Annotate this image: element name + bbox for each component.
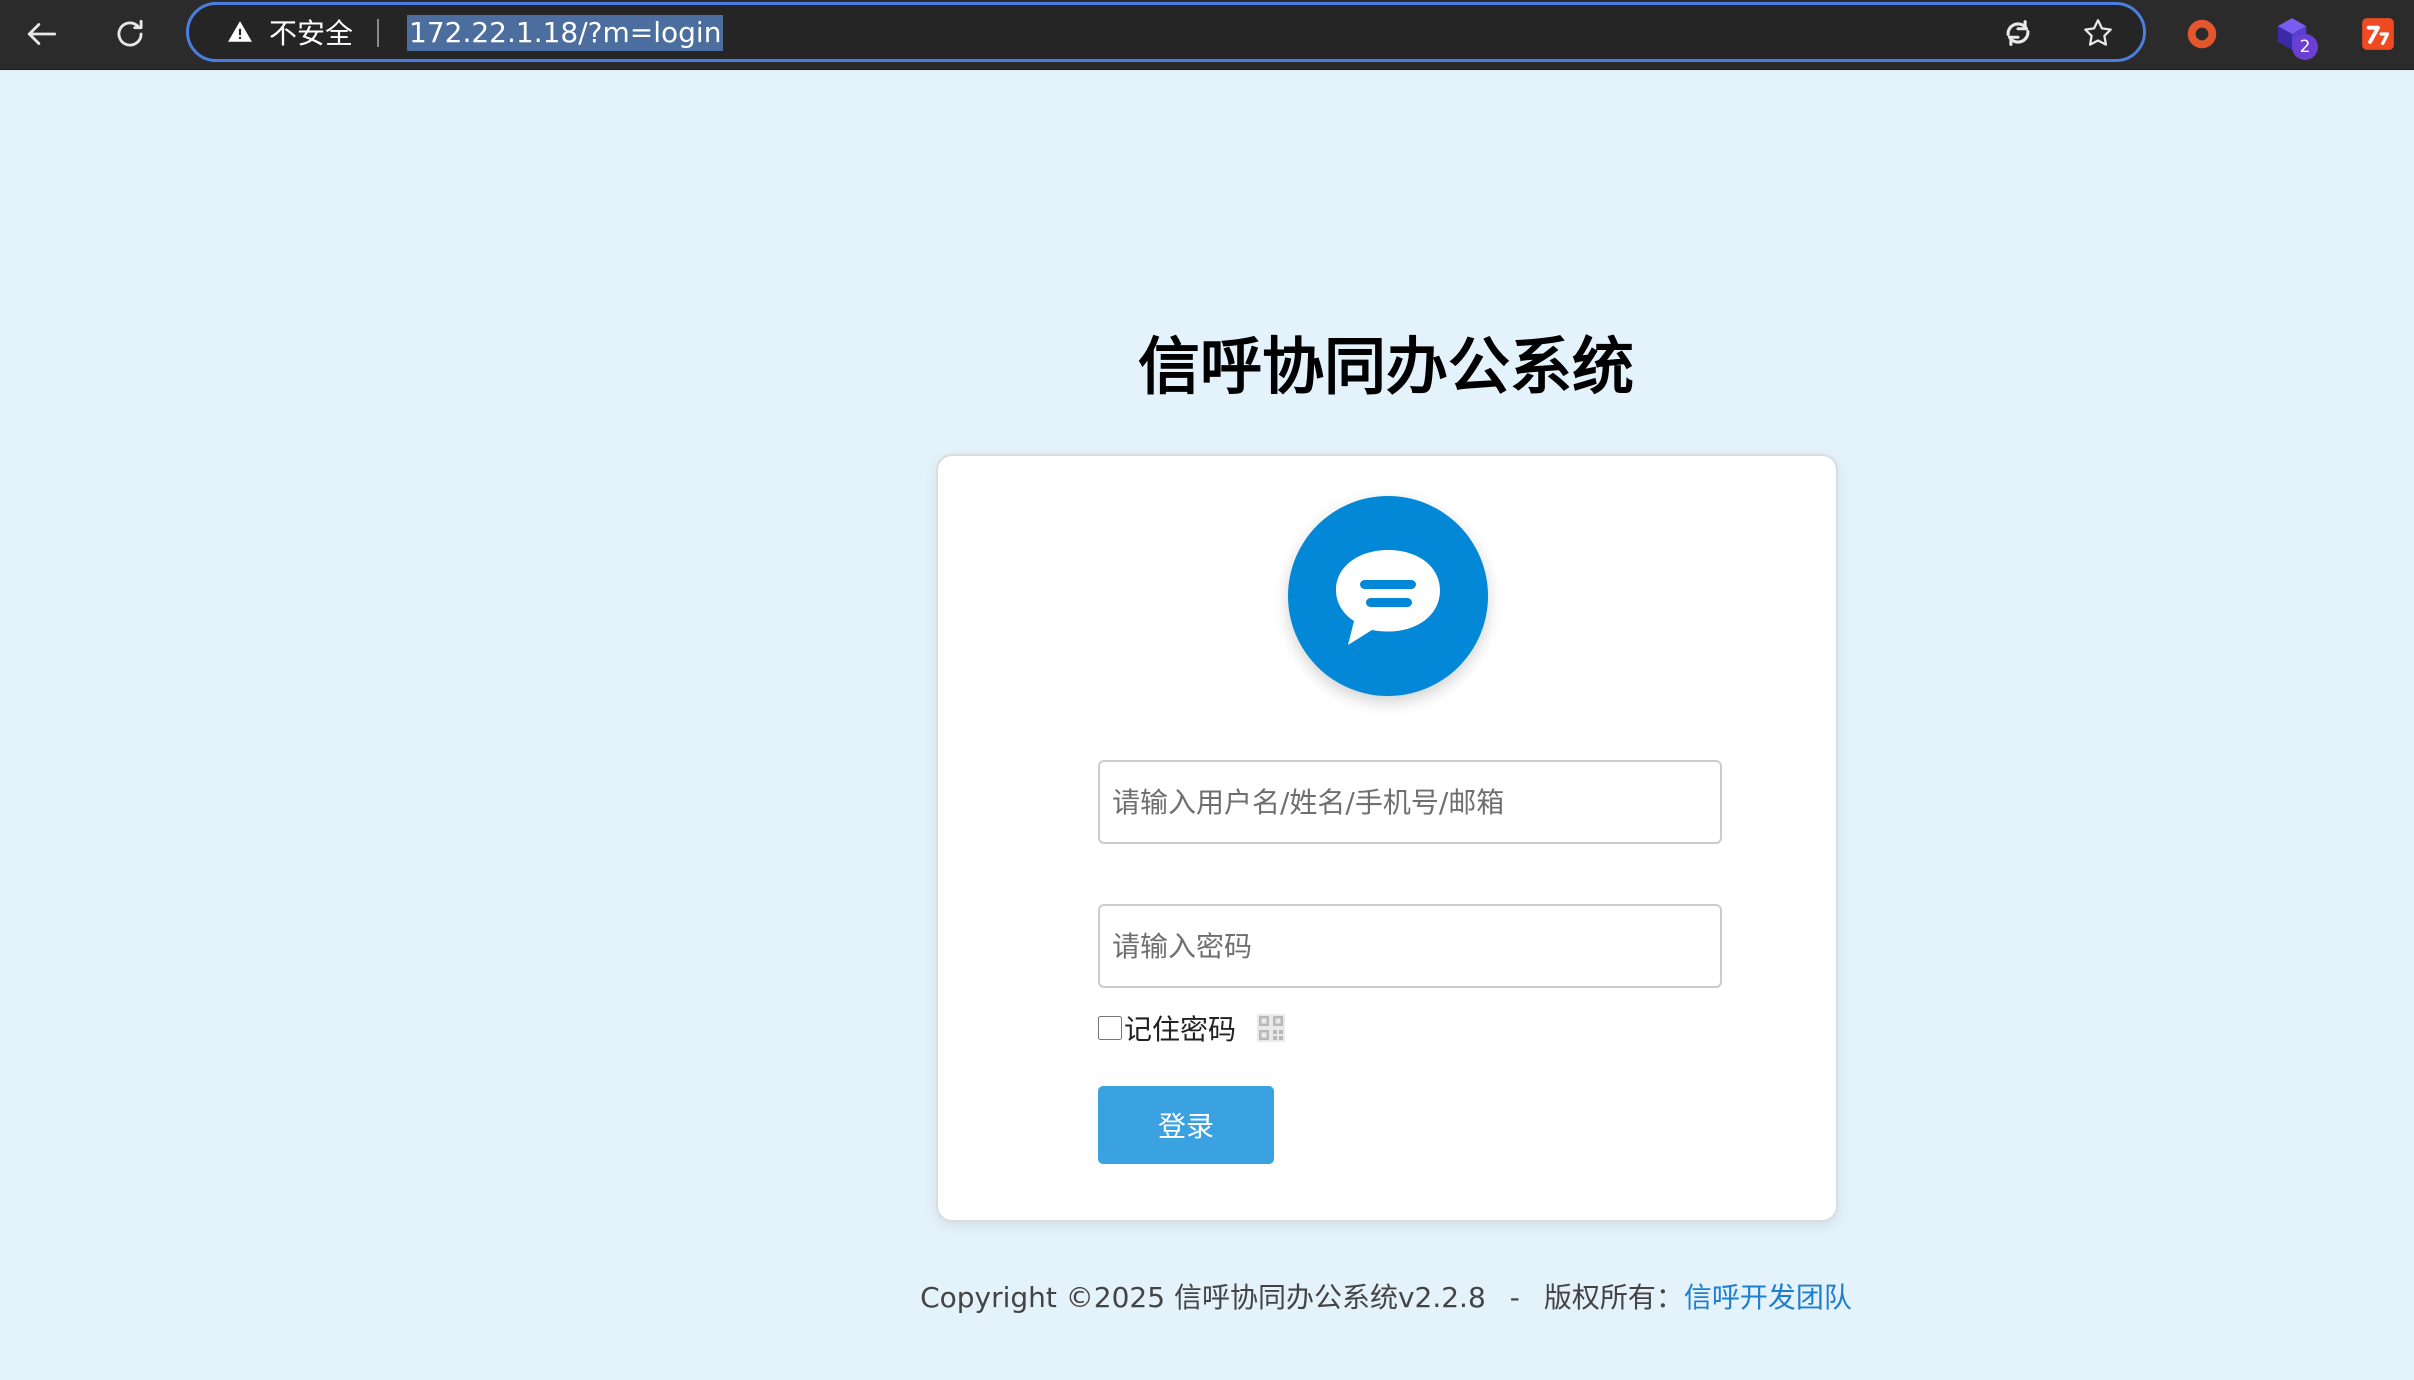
page-footer: Copyright ©2025 信呼协同办公系统v2.2.8- 版权所有：信呼开发… bbox=[0, 1276, 2414, 1316]
address-divider bbox=[377, 19, 379, 47]
footer-separator: - bbox=[1509, 1281, 1520, 1314]
red-logo-icon bbox=[2362, 18, 2394, 50]
remember-password-label[interactable]: 记住密码 bbox=[1124, 1008, 1236, 1048]
qr-code-icon[interactable] bbox=[1256, 1013, 1286, 1043]
favorite-button[interactable] bbox=[2077, 13, 2119, 53]
reload-button[interactable] bbox=[102, 6, 158, 62]
edge-refresh-icon bbox=[2006, 20, 2030, 46]
site-security-indicator[interactable]: 不安全 bbox=[227, 5, 353, 59]
remember-password-checkbox[interactable] bbox=[1098, 1016, 1122, 1040]
login-button[interactable]: 登录 bbox=[1098, 1086, 1274, 1164]
chat-bubble-icon bbox=[1336, 550, 1440, 645]
star-icon bbox=[2084, 19, 2112, 46]
password-input[interactable] bbox=[1098, 904, 1722, 988]
extension-red-logo[interactable] bbox=[2354, 10, 2402, 58]
extension-orange-circle[interactable] bbox=[2178, 10, 2226, 58]
app-logo bbox=[1288, 496, 1488, 696]
address-bar[interactable]: 不安全 172.22.1.18/?m=login bbox=[186, 2, 2146, 62]
page-title: 信呼协同办公系统 bbox=[1137, 330, 1634, 403]
username-input[interactable] bbox=[1098, 760, 1722, 844]
extension-purple-cube[interactable]: 2 bbox=[2268, 10, 2318, 60]
team-link[interactable]: 信呼开发团队 bbox=[1684, 1281, 1852, 1314]
arrow-left-icon bbox=[27, 23, 57, 45]
url-text[interactable]: 172.22.1.18/?m=login bbox=[407, 15, 724, 51]
back-button[interactable] bbox=[14, 6, 70, 62]
login-card: 记住密码 登录 bbox=[936, 454, 1838, 1222]
copyright-text: Copyright ©2025 信呼协同办公系统v2.2.8 bbox=[920, 1281, 1486, 1314]
reload-icon bbox=[117, 19, 143, 47]
security-label: 不安全 bbox=[269, 17, 354, 50]
edge-refresh-button[interactable] bbox=[1997, 13, 2039, 53]
remember-password-row: 记住密码 bbox=[1098, 1008, 1286, 1048]
warning-triangle-icon bbox=[228, 21, 252, 42]
orange-ring-icon bbox=[2187, 19, 2217, 49]
extension-badge: 2 bbox=[2292, 34, 2318, 60]
browser-toolbar: 不安全 172.22.1.18/?m=login 2 bbox=[0, 0, 2414, 70]
rights-label: 版权所有： bbox=[1543, 1281, 1684, 1314]
